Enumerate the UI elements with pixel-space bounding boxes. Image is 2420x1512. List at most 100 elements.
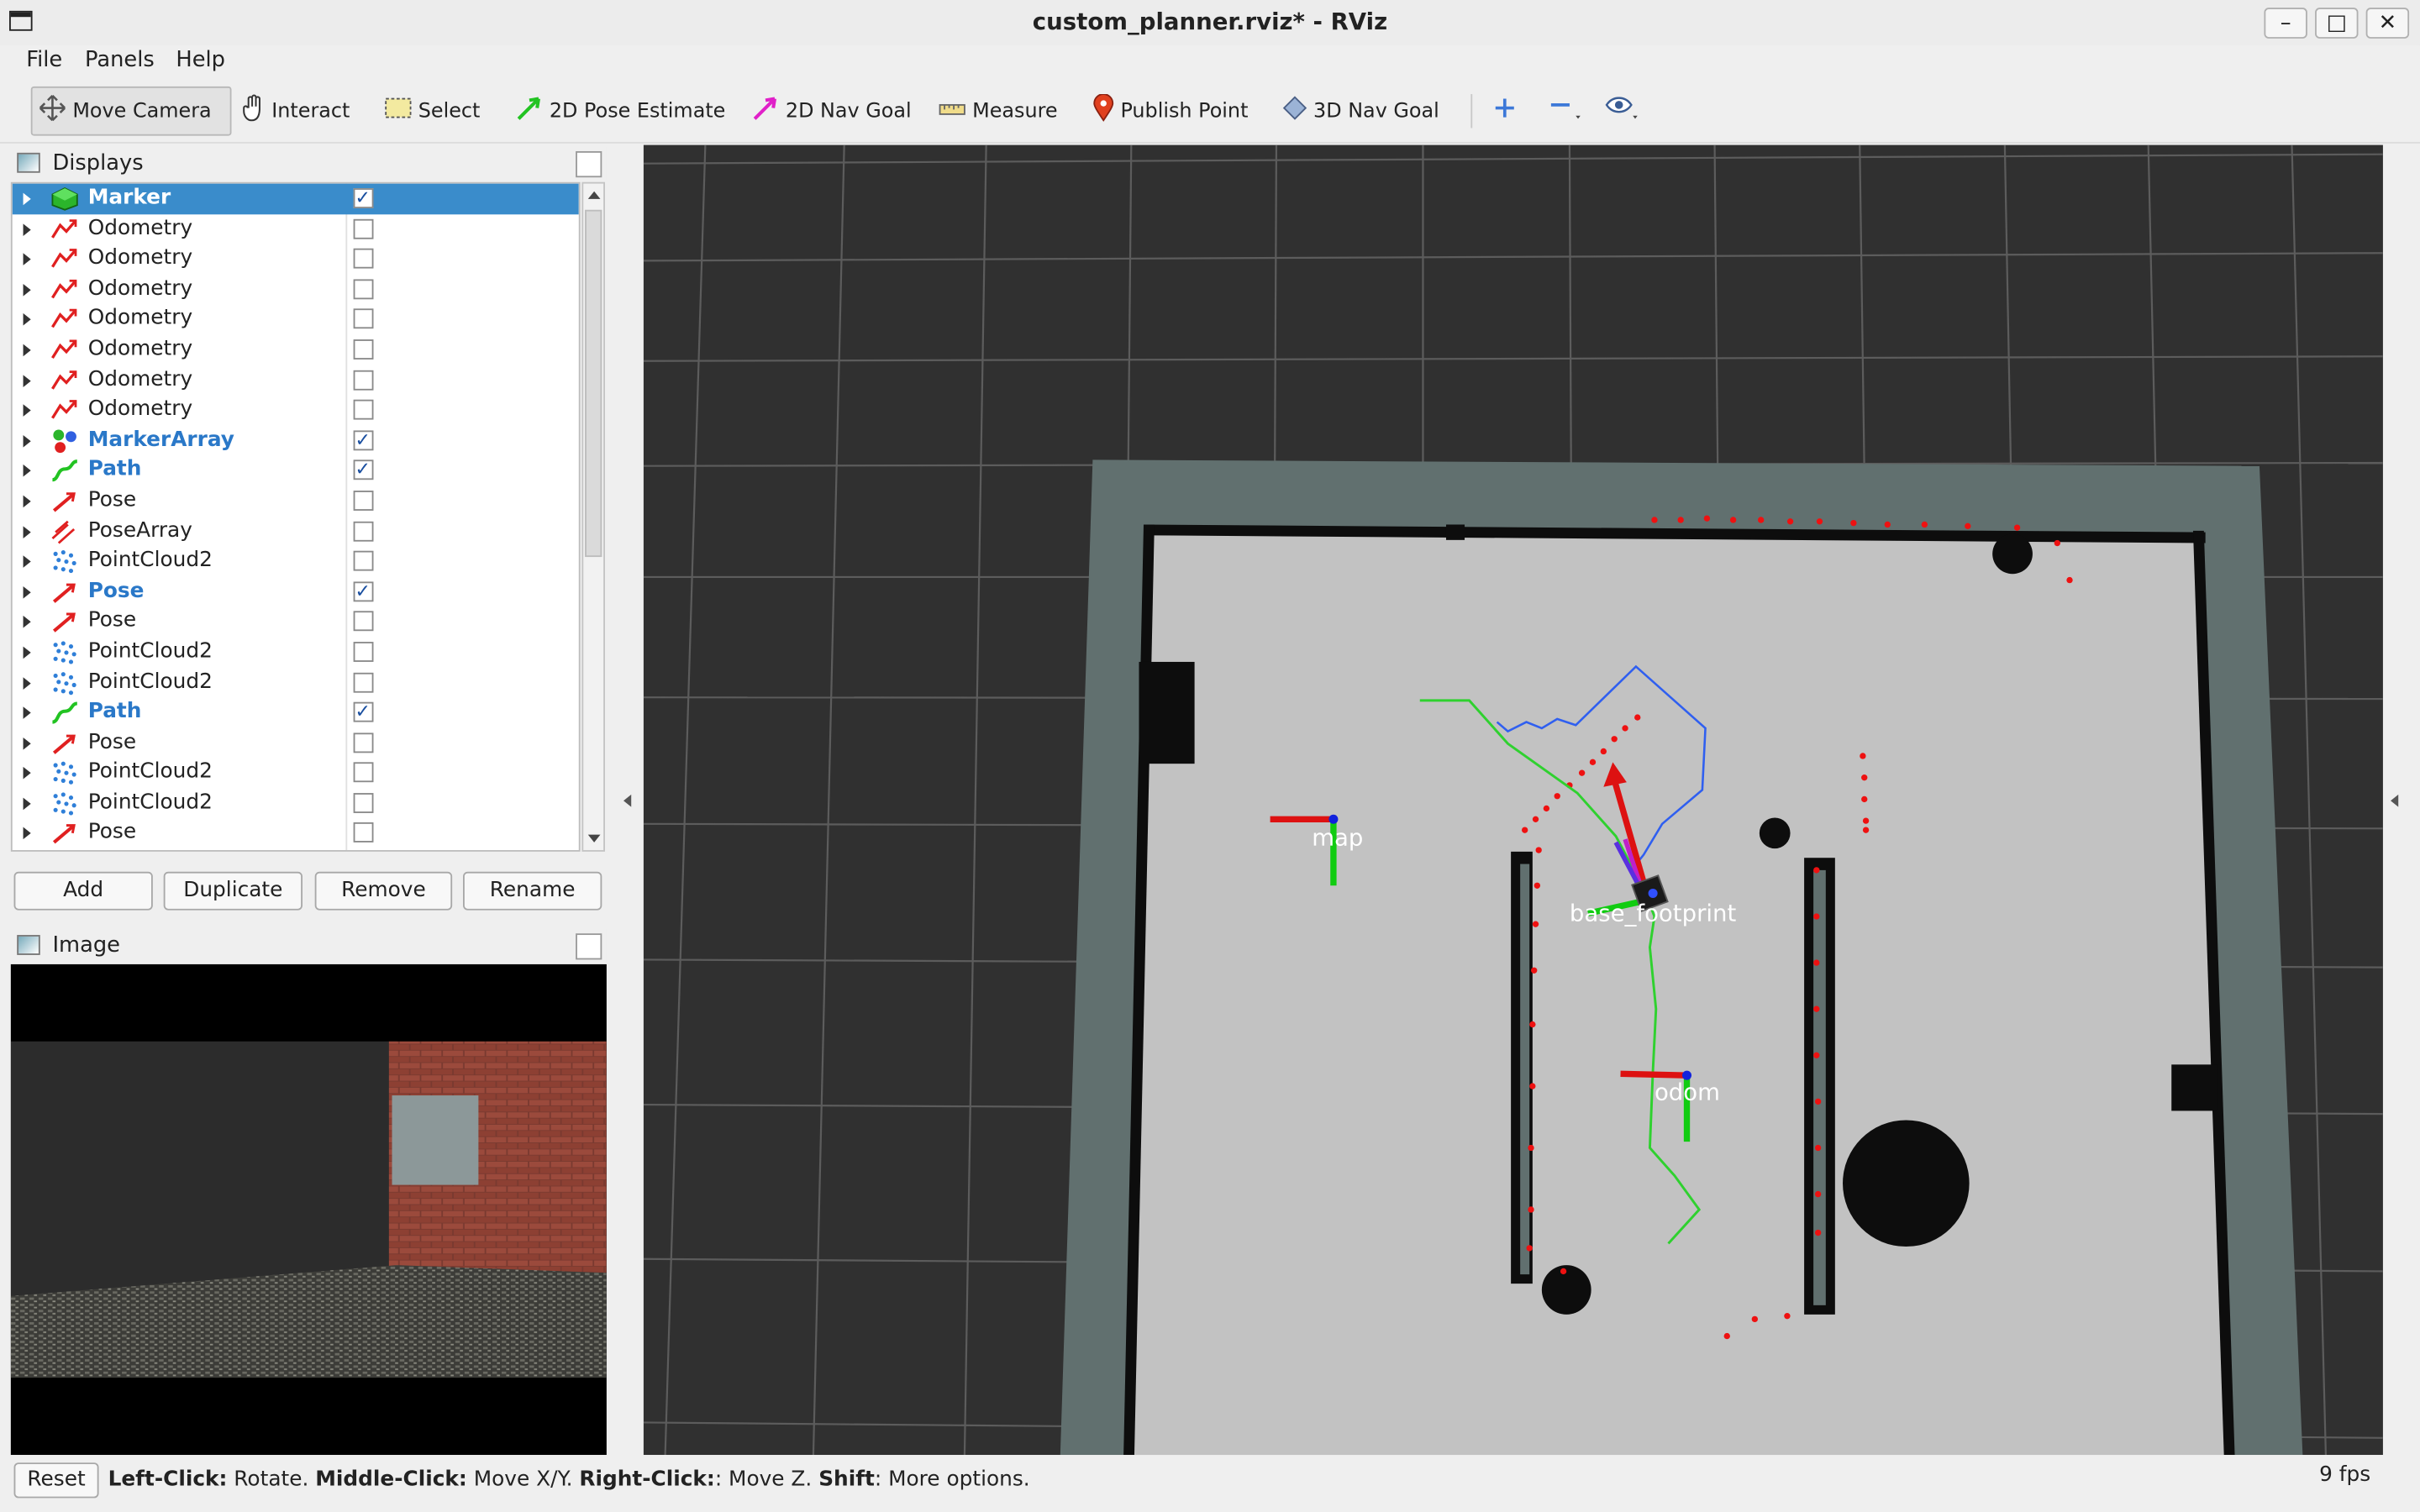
display-enable-checkbox[interactable] xyxy=(353,490,374,511)
scroll-up-icon[interactable] xyxy=(587,191,601,199)
remove-button[interactable]: Remove xyxy=(314,871,453,911)
select-tool[interactable]: Select xyxy=(378,87,487,136)
expand-arrow-icon[interactable] xyxy=(23,646,31,659)
expand-arrow-icon[interactable] xyxy=(23,616,31,629)
remove-tool-button[interactable] xyxy=(1542,87,1588,136)
scroll-thumb[interactable] xyxy=(585,209,602,558)
maximize-button[interactable]: □ xyxy=(2315,8,2359,39)
expand-arrow-icon[interactable] xyxy=(23,223,31,236)
display-enable-checkbox[interactable] xyxy=(353,249,374,269)
move-camera-tool[interactable]: Move Camera xyxy=(30,86,232,136)
display-item-pose[interactable]: Pose xyxy=(13,606,579,637)
display-item-pointcloud2[interactable]: PointCloud2 xyxy=(13,546,579,576)
rename-button[interactable]: Rename xyxy=(463,871,602,911)
expand-arrow-icon[interactable] xyxy=(23,797,31,811)
display-enable-checkbox[interactable] xyxy=(353,339,374,360)
displays-undock-button[interactable] xyxy=(576,150,602,178)
display-enable-checkbox[interactable] xyxy=(353,370,374,390)
displays-scrollbar[interactable] xyxy=(581,181,605,852)
expand-arrow-icon[interactable] xyxy=(23,465,31,478)
add-tool-button[interactable] xyxy=(1486,87,1527,136)
display-enable-checkbox[interactable] xyxy=(353,218,374,239)
display-item-posearray[interactable]: PoseArray xyxy=(13,516,579,546)
reset-button[interactable]: Reset xyxy=(13,1462,99,1499)
display-item-odometry[interactable]: Odometry xyxy=(13,275,579,305)
display-item-marker[interactable]: Marker xyxy=(12,183,579,214)
display-item-odometry[interactable]: Odometry xyxy=(13,395,579,425)
expand-arrow-icon[interactable] xyxy=(23,192,31,206)
expand-arrow-icon[interactable] xyxy=(23,737,31,750)
display-item-pose[interactable]: Pose xyxy=(13,576,579,606)
display-item-pointcloud2[interactable]: PointCloud2 xyxy=(13,788,579,818)
display-item-odometry[interactable]: Odometry xyxy=(13,214,579,244)
minimize-button[interactable]: – xyxy=(2264,8,2307,39)
close-button[interactable]: ✕ xyxy=(2365,8,2410,39)
expand-arrow-icon[interactable] xyxy=(23,434,31,448)
nav-goal-3d-tool[interactable]: 3D Nav Goal xyxy=(1276,87,1445,136)
display-enable-checkbox[interactable] xyxy=(353,697,374,727)
display-enable-checkbox[interactable] xyxy=(353,550,374,571)
display-enable-checkbox[interactable] xyxy=(353,279,374,299)
measure-tool[interactable]: Measure xyxy=(932,87,1064,136)
display-item-pose[interactable]: Pose xyxy=(13,818,579,848)
expand-arrow-icon[interactable] xyxy=(23,767,31,780)
display-enable-checkbox[interactable] xyxy=(353,792,374,813)
display-enable-checkbox[interactable] xyxy=(353,425,374,455)
interact-tool[interactable]: Interact xyxy=(234,87,356,136)
display-enable-checkbox[interactable] xyxy=(353,732,374,753)
expand-arrow-icon[interactable] xyxy=(23,374,31,387)
viewport-scene[interactable] xyxy=(643,144,2383,1456)
display-item-odometry[interactable]: Odometry xyxy=(13,365,579,395)
expand-arrow-icon[interactable] xyxy=(23,344,31,357)
displays-tree[interactable]: Marker Odometry Odometry Odometry Odometry Od… xyxy=(10,181,581,852)
menu-help[interactable]: Help xyxy=(176,48,225,72)
expand-arrow-icon[interactable] xyxy=(23,253,31,266)
expand-arrow-icon[interactable] xyxy=(23,283,31,297)
display-item-markerarray[interactable]: MarkerArray xyxy=(13,425,579,455)
display-item-odometry[interactable]: Odometry xyxy=(13,244,579,275)
expand-arrow-icon[interactable] xyxy=(23,585,31,599)
display-item-path[interactable]: Path xyxy=(13,697,579,727)
expand-arrow-icon[interactable] xyxy=(23,404,31,417)
menu-panels[interactable]: Panels xyxy=(85,48,155,72)
display-enable-checkbox[interactable] xyxy=(353,611,374,632)
display-item-path[interactable]: Path xyxy=(13,455,579,486)
view-options-button[interactable] xyxy=(1597,87,1644,136)
display-enable-checkbox[interactable] xyxy=(353,641,374,662)
display-enable-checkbox[interactable] xyxy=(353,762,374,783)
display-enable-checkbox[interactable] xyxy=(353,822,374,843)
display-item-pointcloud2[interactable]: PointCloud2 xyxy=(13,758,579,788)
display-enable-checkbox[interactable] xyxy=(353,455,374,486)
expand-arrow-icon[interactable] xyxy=(23,313,31,327)
expand-arrow-icon[interactable] xyxy=(23,676,31,690)
display-enable-checkbox[interactable] xyxy=(353,576,374,606)
display-item-odometry[interactable]: Odometry xyxy=(13,305,579,335)
display-item-pose[interactable]: Pose xyxy=(13,486,579,516)
left-splitter-handle[interactable] xyxy=(623,794,632,807)
display-item-pointcloud2[interactable]: PointCloud2 xyxy=(13,667,579,697)
display-enable-checkbox[interactable] xyxy=(353,671,374,692)
display-enable-checkbox[interactable] xyxy=(353,309,374,329)
image-undock-button[interactable] xyxy=(576,933,602,960)
expand-arrow-icon[interactable] xyxy=(23,495,31,508)
display-item-odometry[interactable]: Odometry xyxy=(13,335,579,365)
nav-goal-tool[interactable]: 2D Nav Goal xyxy=(745,87,918,136)
display-item-pointcloud2[interactable]: PointCloud2 xyxy=(13,637,579,667)
publish-point-tool[interactable]: Publish Point xyxy=(1086,87,1255,136)
right-splitter-handle[interactable] xyxy=(2391,794,2399,807)
display-enable-checkbox[interactable] xyxy=(353,520,374,541)
add-button[interactable]: Add xyxy=(13,871,153,911)
pose-estimate-tool[interactable]: 2D Pose Estimate xyxy=(509,87,732,136)
duplicate-button[interactable]: Duplicate xyxy=(163,871,302,911)
expand-arrow-icon[interactable] xyxy=(23,706,31,720)
display-enable-checkbox[interactable] xyxy=(353,184,374,214)
scroll-down-icon[interactable] xyxy=(587,834,601,843)
display-enable-checkbox[interactable] xyxy=(353,399,374,420)
display-item-pose[interactable]: Pose xyxy=(13,727,579,758)
expand-arrow-icon[interactable] xyxy=(23,525,31,538)
3d-viewport[interactable]: map base_footprint odom xyxy=(643,144,2383,1456)
expand-arrow-icon[interactable] xyxy=(23,555,31,569)
menu-file[interactable]: File xyxy=(26,48,62,72)
display-item-label: PointCloud2 xyxy=(87,759,213,785)
expand-arrow-icon[interactable] xyxy=(23,827,31,841)
